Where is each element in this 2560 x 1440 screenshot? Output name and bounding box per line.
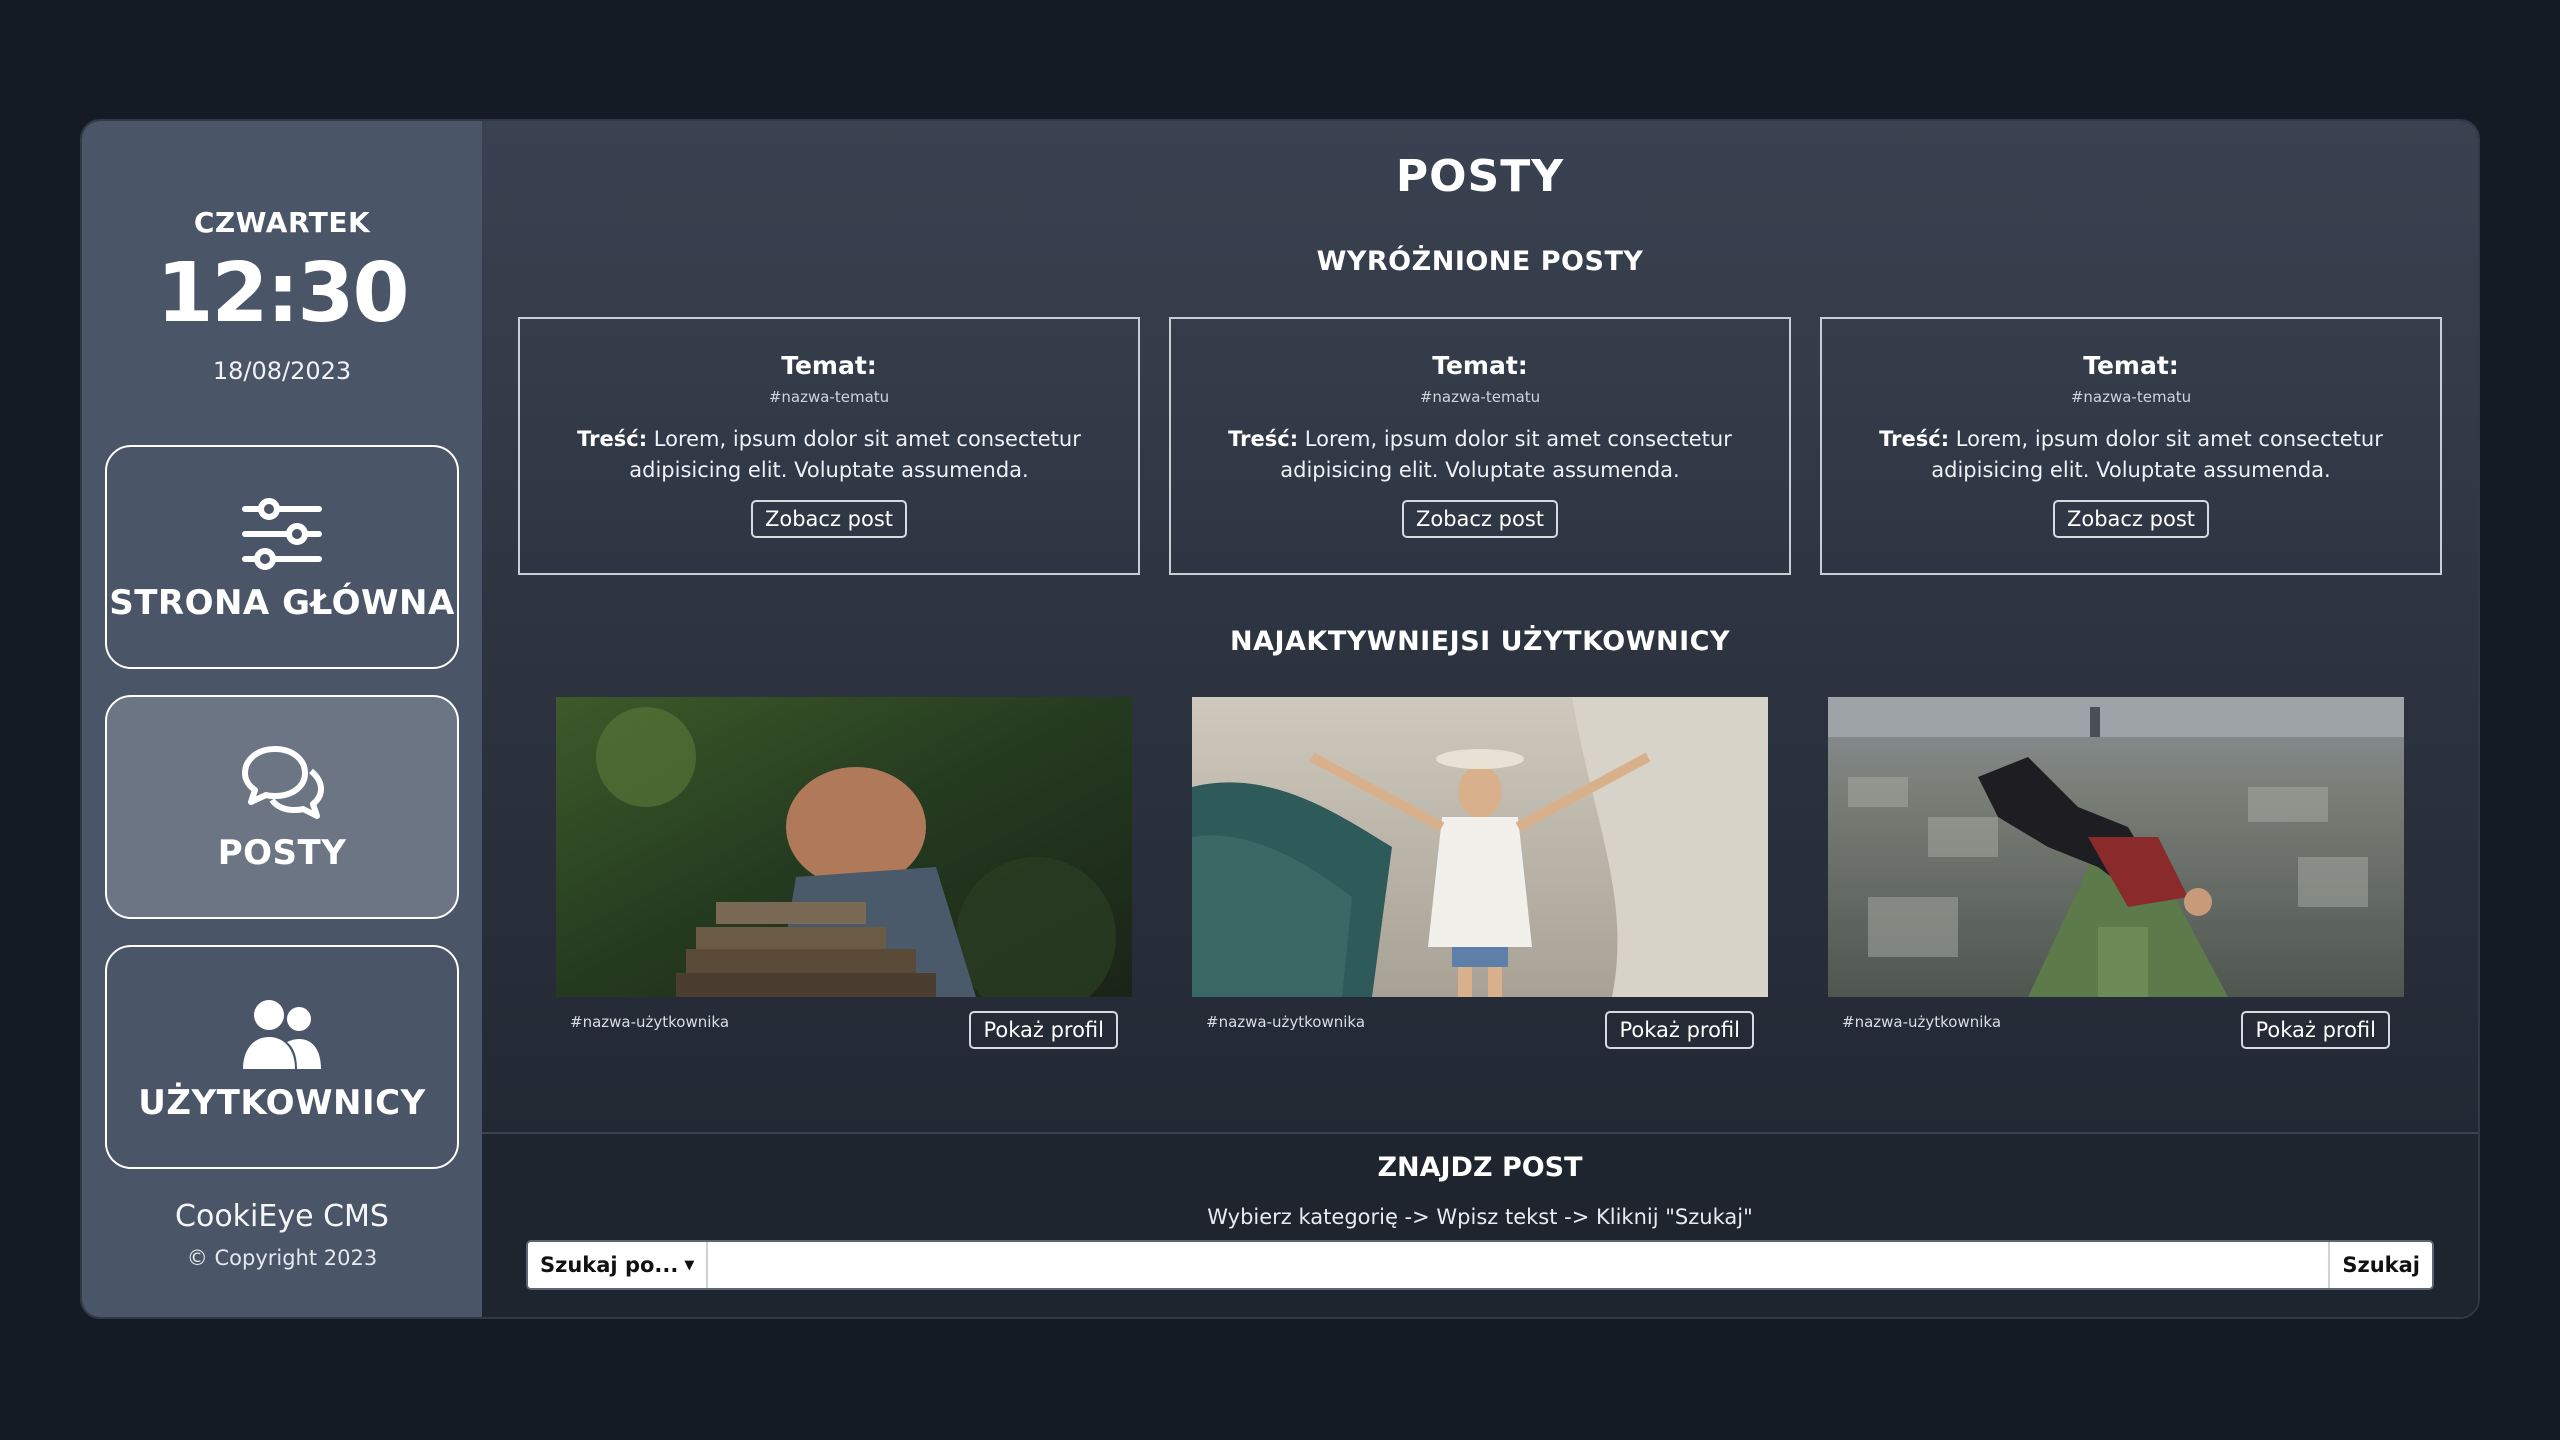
active-users-title: NAJAKTYWNIEJSI UŻYTKOWNICY [1229, 626, 1731, 657]
post-card: Temat: #nazwa-tematu Treść: Lorem, ipsum… [1820, 317, 2442, 575]
search-category-label: Szukaj po... [540, 1253, 679, 1277]
app-window: CZWARTEK 12:30 18/08/2023 STRONA GŁÓWNA [80, 119, 2480, 1319]
search-hint: Wybierz kategorię -> Wpisz tekst -> Klik… [1207, 1205, 1753, 1229]
user-photo [1828, 697, 2404, 997]
view-post-button[interactable]: Zobacz post [2052, 500, 2210, 538]
page-title: POSTY [1395, 151, 1565, 202]
view-post-button[interactable]: Zobacz post [1401, 500, 1559, 538]
chat-bubbles-icon [242, 746, 324, 819]
users-icon [243, 1000, 321, 1069]
post-content-label: Treść: [1879, 427, 1950, 451]
post-content: Treść: Lorem, ipsum dolor sit amet conse… [1223, 424, 1737, 486]
search-section: ZNAJDZ POST Wybierz kategorię -> Wpisz t… [482, 1132, 2478, 1317]
nav-posts-button[interactable]: POSTY [105, 695, 459, 919]
user-card: #nazwa-użytkownika Pokaż profil [1828, 697, 2404, 1057]
show-profile-button[interactable]: Pokaż profil [969, 1011, 1118, 1049]
show-profile-button[interactable]: Pokaż profil [1605, 1011, 1754, 1049]
active-users: #nazwa-użytkownika Pokaż profil #nazwa-u… [556, 697, 2404, 1057]
post-card: Temat: #nazwa-tematu Treść: Lorem, ipsum… [1169, 317, 1791, 575]
sidebar: CZWARTEK 12:30 18/08/2023 STRONA GŁÓWNA [82, 121, 482, 1317]
show-profile-button[interactable]: Pokaż profil [2241, 1011, 2390, 1049]
date: 18/08/2023 [212, 357, 352, 385]
brand-name: CookiEye CMS [175, 1199, 389, 1234]
search-title: ZNAJDZ POST [1377, 1152, 1583, 1183]
username: #nazwa-użytkownika [1842, 1013, 2002, 1031]
user-photo [556, 697, 1132, 997]
weekday: CZWARTEK [193, 206, 371, 239]
featured-posts-title: WYRÓŻNIONE POSTY [1316, 246, 1644, 277]
post-topic-tag: #nazwa-tematu [2070, 388, 2192, 406]
search-category-dropdown[interactable]: Szukaj po... ▼ [528, 1242, 709, 1288]
post-topic-label: Temat: [1432, 351, 1528, 380]
user-photo [1192, 697, 1768, 997]
post-topic-label: Temat: [2083, 351, 2179, 380]
post-content: Treść: Lorem, ipsum dolor sit amet conse… [572, 424, 1086, 486]
search-input[interactable] [708, 1242, 2329, 1288]
search-button[interactable]: Szukaj [2328, 1242, 2432, 1288]
post-content: Treść: Lorem, ipsum dolor sit amet conse… [1874, 424, 2388, 486]
main-content: POSTY WYRÓŻNIONE POSTY Temat: #nazwa-tem… [482, 121, 2478, 1317]
view-post-button[interactable]: Zobacz post [750, 500, 908, 538]
nav-home-label: STRONA GŁÓWNA [109, 583, 455, 623]
post-topic-label: Temat: [781, 351, 877, 380]
post-card: Temat: #nazwa-tematu Treść: Lorem, ipsum… [518, 317, 1140, 575]
user-meta: #nazwa-użytkownika Pokaż profil [556, 997, 1132, 1057]
username: #nazwa-użytkownika [1206, 1013, 1366, 1031]
user-card: #nazwa-użytkownika Pokaż profil [1192, 697, 1768, 1057]
nav-users-button[interactable]: UŻYTKOWNICY [105, 945, 459, 1169]
post-content-text: Lorem, ipsum dolor sit amet consectetur … [1280, 427, 1732, 482]
post-content-text: Lorem, ipsum dolor sit amet consectetur … [1931, 427, 2383, 482]
search-bar: Szukaj po... ▼ Szukaj [526, 1240, 2434, 1290]
caret-down-icon: ▼ [684, 1257, 695, 1273]
sliders-icon [242, 498, 322, 570]
clock: 12:30 [156, 246, 409, 341]
nav-home-button[interactable]: STRONA GŁÓWNA [105, 445, 459, 669]
post-topic-tag: #nazwa-tematu [768, 388, 890, 406]
featured-posts: Temat: #nazwa-tematu Treść: Lorem, ipsum… [518, 317, 2442, 577]
post-topic-tag: #nazwa-tematu [1419, 388, 1541, 406]
post-content-label: Treść: [577, 427, 648, 451]
nav-users-label: UŻYTKOWNICY [138, 1083, 426, 1123]
user-meta: #nazwa-użytkownika Pokaż profil [1828, 997, 2404, 1057]
nav-posts-label: POSTY [217, 833, 347, 873]
copyright: © Copyright 2023 [186, 1246, 378, 1270]
user-card: #nazwa-użytkownika Pokaż profil [556, 697, 1132, 1057]
username: #nazwa-użytkownika [570, 1013, 730, 1031]
post-content-text: Lorem, ipsum dolor sit amet consectetur … [629, 427, 1081, 482]
user-meta: #nazwa-użytkownika Pokaż profil [1192, 997, 1768, 1057]
post-content-label: Treść: [1228, 427, 1299, 451]
